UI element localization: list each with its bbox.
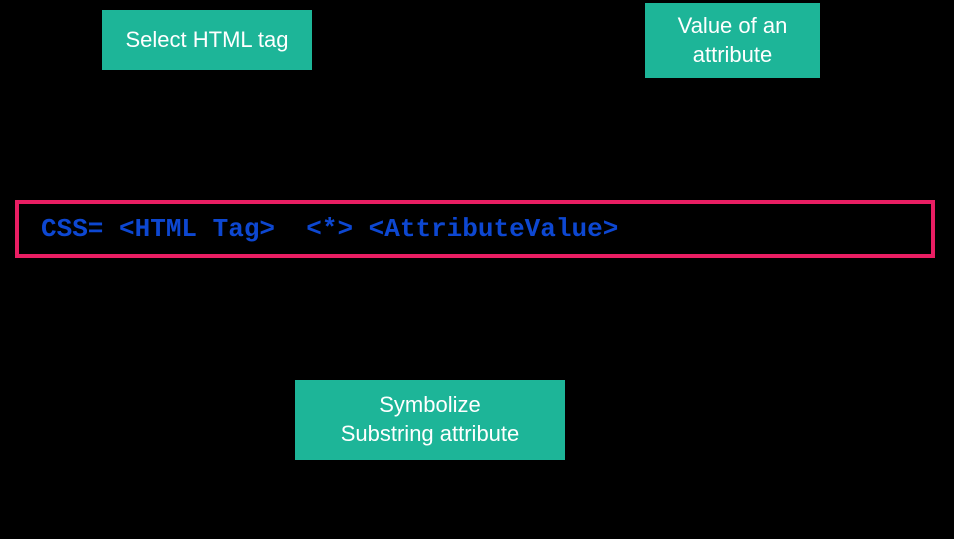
label-text: Select HTML tag: [125, 26, 288, 55]
label-select-html-tag: Select HTML tag: [102, 10, 312, 70]
label-text: Value of anattribute: [678, 12, 788, 69]
label-value-attribute: Value of anattribute: [645, 3, 820, 78]
css-selector-syntax-box: CSS= <HTML Tag> <*> <AttributeValue>: [15, 200, 935, 258]
css-selector-code: CSS= <HTML Tag> <*> <AttributeValue>: [41, 214, 618, 244]
label-text: SymbolizeSubstring attribute: [341, 391, 520, 448]
label-substring-symbol: SymbolizeSubstring attribute: [295, 380, 565, 460]
